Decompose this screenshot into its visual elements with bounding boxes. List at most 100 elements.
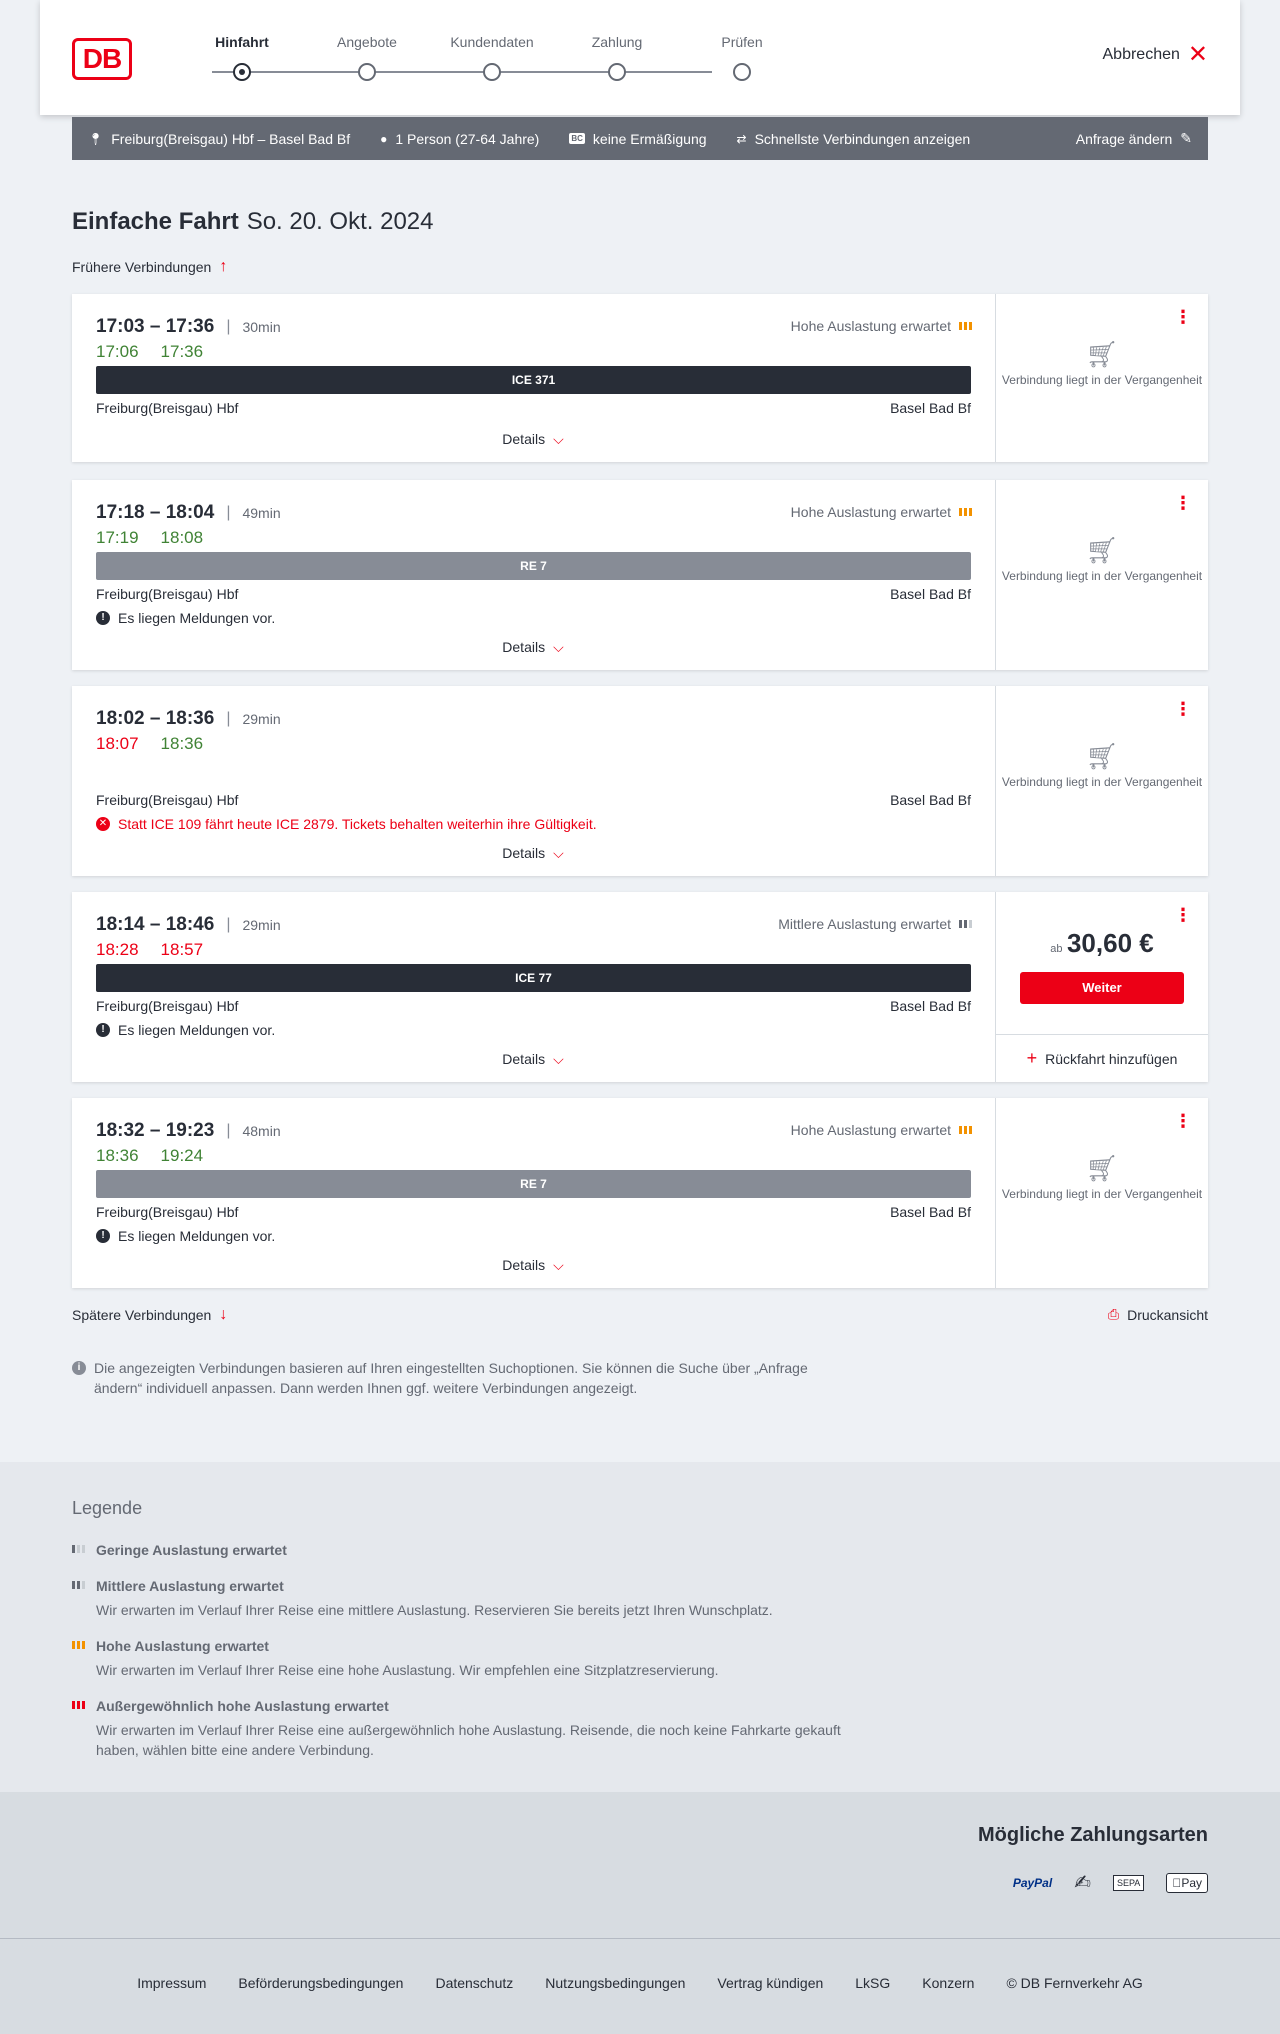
printer-icon: ⎙ bbox=[1107, 1306, 1120, 1322]
step-label: Kundendaten bbox=[450, 34, 534, 50]
train-bar: ICE 77 bbox=[96, 964, 971, 992]
occupancy-indicator: Hohe Auslastung erwartet bbox=[791, 318, 972, 334]
details-toggle[interactable]: Details ⌵ bbox=[72, 431, 994, 448]
details-toggle[interactable]: Details ⌵ bbox=[72, 1257, 994, 1274]
info-message: ! Es liegen Meldungen vor. bbox=[96, 1022, 275, 1038]
pencil-icon: ✎ bbox=[1180, 130, 1192, 146]
stations: Freiburg(Breisgau) Hbf Basel Bad Bf bbox=[96, 586, 971, 602]
search-option: ⇄ Schnellste Verbindungen anzeigen bbox=[736, 130, 971, 147]
details-toggle[interactable]: Details ⌵ bbox=[72, 639, 994, 656]
payment-title: Mögliche Zahlungsarten bbox=[977, 1824, 1208, 1846]
step-label: Hinfahrt bbox=[215, 34, 269, 50]
info-message: ! Es liegen Meldungen vor. bbox=[96, 610, 275, 626]
occupancy-indicator: Mittlere Auslastung erwartet bbox=[778, 916, 972, 932]
legend: Legende Geringe Auslastung erwartet Mitt… bbox=[0, 1462, 1280, 1792]
step-dot bbox=[358, 63, 376, 81]
alert-icon: ! bbox=[96, 611, 110, 625]
occupancy-low-icon bbox=[72, 1545, 85, 1553]
past-connection-notice: 🛒︎ Verbindung liegt in der Vergangenheit bbox=[996, 535, 1208, 584]
chevron-down-icon: ⌵ bbox=[553, 1257, 564, 1273]
step-zahlung: Zahlung bbox=[557, 34, 677, 81]
connection-card[interactable]: 17:18 – 18:04 | 49min 17:19 18:08 Hohe Ausl… bbox=[72, 480, 1208, 670]
past-connection-notice: 🛒︎ Verbindung liegt in der Vergangenheit bbox=[996, 1155, 1208, 1202]
details-toggle[interactable]: Details ⌵ bbox=[72, 1051, 994, 1068]
planned-times: 18:32 – 19:23 | 48min bbox=[96, 1120, 281, 1141]
footer-link-vertrag-kuendigen[interactable]: Vertrag kündigen bbox=[717, 1975, 823, 1991]
continue-button[interactable]: Weiter bbox=[1020, 972, 1184, 1004]
stations: Freiburg(Breisgau) Hbf Basel Bad Bf bbox=[96, 998, 971, 1014]
footer-link-datenschutz[interactable]: Datenschutz bbox=[435, 1975, 513, 1991]
step-label: Zahlung bbox=[591, 34, 643, 50]
route-summary: 📍︎ Freiburg(Breisgau) Hbf – Basel Bad Bf bbox=[88, 130, 351, 147]
location-pin-icon: 📍︎ bbox=[88, 131, 104, 146]
duration: 48min bbox=[242, 1123, 281, 1139]
more-options-icon[interactable]: ⋮ bbox=[1174, 1112, 1192, 1130]
realtime-times: 18:36 19:24 bbox=[96, 1146, 204, 1165]
occupancy-indicator: Hohe Auslastung erwartet bbox=[791, 1122, 972, 1138]
footer-link-lksg[interactable]: LkSG bbox=[855, 1975, 890, 1991]
footer-link-nutzungsbedingungen[interactable]: Nutzungsbedingungen bbox=[545, 1975, 685, 1991]
stations: Freiburg(Breisgau) Hbf Basel Bad Bf bbox=[96, 792, 971, 808]
earlier-connections-link[interactable]: Frühere Verbindungen ↑ bbox=[72, 258, 227, 276]
add-return-button[interactable]: + Rückfahrt hinzufügen bbox=[996, 1034, 1208, 1082]
more-options-icon[interactable]: ⋮ bbox=[1174, 906, 1192, 924]
change-request-button[interactable]: Anfrage ändern ✎ bbox=[1076, 130, 1192, 147]
occupancy-high-icon bbox=[959, 322, 972, 330]
realtime-times: 18:07 18:36 bbox=[96, 734, 204, 753]
cancel-button[interactable]: Abbrechen ✕ bbox=[1103, 41, 1209, 68]
connection-card[interactable]: 17:03 – 17:36 | 30min 17:06 17:36 Hohe Ausl… bbox=[72, 294, 1208, 462]
train-bar: RE 7 bbox=[96, 1170, 971, 1198]
print-view-link[interactable]: ⎙ Druckansicht bbox=[1108, 1306, 1208, 1323]
arrow-down-icon: ↓ bbox=[219, 1306, 228, 1323]
more-options-icon[interactable]: ⋮ bbox=[1174, 700, 1192, 718]
connection-card[interactable]: 18:14 – 18:46 | 29min 18:28 18:57 Mittlere … bbox=[72, 892, 1208, 1082]
stations: Freiburg(Breisgau) Hbf Basel Bad Bf bbox=[96, 400, 971, 416]
footer-link-impressum[interactable]: Impressum bbox=[137, 1975, 206, 1991]
db-logo[interactable]: DB bbox=[72, 38, 132, 80]
step-kundendaten: Kundendaten bbox=[432, 34, 552, 81]
occupancy-high-icon bbox=[72, 1641, 85, 1649]
more-options-icon[interactable]: ⋮ bbox=[1174, 494, 1192, 512]
stations: Freiburg(Breisgau) Hbf Basel Bad Bf bbox=[96, 1204, 971, 1220]
step-hinfahrt: Hinfahrt bbox=[182, 34, 302, 81]
footer-link-konzern[interactable]: Konzern bbox=[922, 1975, 974, 1991]
duration: 29min bbox=[242, 917, 281, 933]
legend-item-low: Geringe Auslastung erwartet bbox=[72, 1542, 872, 1558]
cart-unavailable-icon: 🛒︎ bbox=[1085, 741, 1119, 771]
sepa-icon: SEPA bbox=[1112, 1874, 1145, 1891]
footer-link-befoerderungsbedingungen[interactable]: Beförderungsbedingungen bbox=[238, 1975, 403, 1991]
cart-unavailable-icon: 🛒︎ bbox=[1085, 535, 1119, 565]
arrow-up-icon: ↑ bbox=[219, 258, 228, 275]
realtime-times: 17:06 17:36 bbox=[96, 342, 204, 361]
info-message: ! Es liegen Meldungen vor. bbox=[96, 1228, 275, 1244]
chevron-down-icon: ⌵ bbox=[553, 1051, 564, 1067]
chevron-down-icon: ⌵ bbox=[553, 431, 564, 447]
realtime-times: 18:28 18:57 bbox=[96, 940, 204, 959]
search-summary-bar: 📍︎ Freiburg(Breisgau) Hbf – Basel Bad Bf … bbox=[72, 117, 1208, 160]
person-icon: ● bbox=[380, 131, 388, 146]
connection-card[interactable]: 18:02 – 18:36 | 29min 18:07 18:36 Freiburg(… bbox=[72, 686, 1208, 876]
connection-card[interactable]: 18:32 – 19:23 | 48min 18:36 19:24 Hohe Ausl… bbox=[72, 1098, 1208, 1288]
price: ab 30,60 € bbox=[1050, 928, 1154, 958]
legend-item-high: Hohe Auslastung erwartet Wir erwarten im… bbox=[72, 1638, 872, 1680]
step-dot bbox=[483, 63, 501, 81]
close-icon: ✕ bbox=[1187, 41, 1208, 68]
step-dot bbox=[233, 63, 251, 81]
step-angebote[interactable]: Angebote bbox=[307, 34, 427, 81]
legend-title: Legende bbox=[72, 1498, 143, 1518]
later-connections-link[interactable]: Spätere Verbindungen ↓ bbox=[72, 1306, 227, 1324]
step-dot bbox=[733, 63, 751, 81]
progress-line bbox=[212, 71, 712, 73]
occupancy-high-icon bbox=[959, 1126, 972, 1134]
page-title: Einfache Fahrt So. 20. Okt. 2024 bbox=[72, 208, 434, 236]
occupancy-very-high-icon bbox=[72, 1701, 85, 1709]
chevron-down-icon: ⌵ bbox=[553, 639, 564, 655]
more-options-icon[interactable]: ⋮ bbox=[1174, 308, 1192, 326]
cart-unavailable-icon: 🛒︎ bbox=[1085, 339, 1119, 369]
step-pruefen: Prüfen bbox=[682, 34, 802, 81]
legend-item-medium: Mittlere Auslastung erwartet Wir erwarte… bbox=[72, 1578, 872, 1620]
chevron-down-icon: ⌵ bbox=[553, 845, 564, 861]
alert-icon: ! bbox=[96, 1023, 110, 1037]
details-toggle[interactable]: Details ⌵ bbox=[72, 845, 994, 862]
footer-copyright: © DB Fernverkehr AG bbox=[1006, 1975, 1143, 1991]
